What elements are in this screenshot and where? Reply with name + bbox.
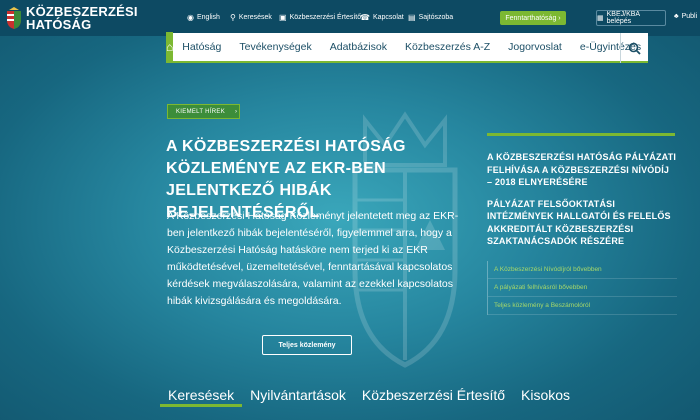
bulletin-link[interactable]: ▣ Közbeszerzési Értesítő bbox=[279, 13, 361, 22]
press-link[interactable]: ▤ Sajtószoba bbox=[408, 13, 453, 22]
side-link-call[interactable]: A pályázati felhívásról bővebben bbox=[488, 279, 677, 297]
nav-item-databases[interactable]: Adatbázisok bbox=[321, 41, 396, 53]
sustainability-label: Fenntarthatóság › bbox=[505, 14, 561, 22]
press-icon: ▤ bbox=[408, 13, 416, 22]
press-label: Sajtószoba bbox=[418, 14, 454, 21]
side-link-report[interactable]: Teljes közlemény a Beszámolóról bbox=[488, 297, 677, 315]
nav-item-procurement-a-z[interactable]: Közbeszerzés A-Z bbox=[396, 41, 499, 53]
tab-registers[interactable]: Nyilvántartások bbox=[242, 387, 354, 407]
contact-link[interactable]: ☎ Kapcsolat bbox=[360, 13, 404, 22]
side-news-title-1[interactable]: A KÖZBESZERZÉSI HATÓSÁG PÁLYÁZATI FELHÍV… bbox=[487, 151, 677, 189]
nav-item-authority[interactable]: Hatóság bbox=[173, 41, 230, 53]
bulletin-label: Közbeszerzési Értesítő bbox=[289, 14, 362, 21]
sustainability-button[interactable]: Fenntarthatóság › bbox=[500, 11, 566, 25]
brand-name[interactable]: KÖZBESZERZÉSI HATÓSÁG bbox=[26, 5, 138, 31]
side-links: A Közbeszerzési Nívódíjról bővebben A pá… bbox=[487, 260, 677, 315]
bulletin-icon: ▣ bbox=[279, 13, 287, 22]
english-link[interactable]: ◉ English bbox=[187, 13, 220, 22]
side-link-award[interactable]: A Közbeszerzési Nívódíjról bővebben bbox=[488, 261, 677, 279]
top-bar: KÖZBESZERZÉSI HATÓSÁG ◉ English ⚲ Keresé… bbox=[0, 0, 700, 36]
featured-body: A Közbeszerzési Hatóság Közleményt jelen… bbox=[167, 210, 459, 307]
coat-of-arms-icon[interactable] bbox=[6, 6, 22, 30]
globe-icon: ◉ bbox=[187, 13, 194, 22]
login-icon: ▦ bbox=[597, 15, 604, 22]
chevron-right-icon: › bbox=[235, 108, 238, 115]
brand-line-2: HATÓSÁG bbox=[26, 17, 92, 32]
tab-searches[interactable]: Keresések bbox=[160, 387, 243, 407]
nav-item-activities[interactable]: Tevékenységek bbox=[230, 41, 320, 53]
search-icon bbox=[628, 42, 641, 55]
login-label: KBEJ/KBA belépés bbox=[606, 11, 640, 25]
side-news: A KÖZBESZERZÉSI HATÓSÁG PÁLYÁZATI FELHÍV… bbox=[487, 133, 677, 315]
kbej-login-button[interactable]: ▦ KBEJ/KBA belépés bbox=[596, 10, 666, 26]
searches-label: Keresések bbox=[238, 14, 272, 21]
home-icon[interactable]: ⌂ bbox=[166, 32, 174, 62]
tab-bulletin[interactable]: Közbeszerzési Értesítő bbox=[354, 387, 513, 407]
featured-news-tag[interactable]: KIEMELT HÍREK › bbox=[167, 104, 240, 119]
publication-label: Publi bbox=[681, 13, 698, 20]
searches-link[interactable]: ⚲ Keresések bbox=[230, 13, 272, 22]
side-divider bbox=[487, 133, 675, 136]
side-news-title-2[interactable]: PÁLYÁZAT FELSŐOKTATÁSI INTÉZMÉNYEK HALLG… bbox=[487, 198, 677, 248]
contact-label: Kapcsolat bbox=[372, 14, 404, 21]
full-announcement-button[interactable]: Teljes közlemény bbox=[262, 335, 352, 355]
search-icon: ⚲ bbox=[230, 13, 236, 22]
publication-icon: ♣ bbox=[674, 13, 679, 20]
contact-icon: ☎ bbox=[360, 13, 370, 22]
bottom-tabs: Keresések Nyilvántartások Közbeszerzési … bbox=[160, 387, 578, 420]
nav-search-button[interactable] bbox=[620, 33, 648, 63]
nav-item-legal-remedy[interactable]: Jogorvoslat bbox=[499, 41, 571, 53]
featured-tag-label: KIEMELT HÍREK bbox=[176, 108, 226, 115]
english-label: English bbox=[196, 14, 220, 21]
tab-guide[interactable]: Kisokos bbox=[513, 387, 578, 407]
main-nav: ⌂ Hatóság Tevékenységek Adatbázisok Közb… bbox=[166, 32, 648, 63]
publication-link[interactable]: ♣ Publi bbox=[674, 13, 697, 20]
